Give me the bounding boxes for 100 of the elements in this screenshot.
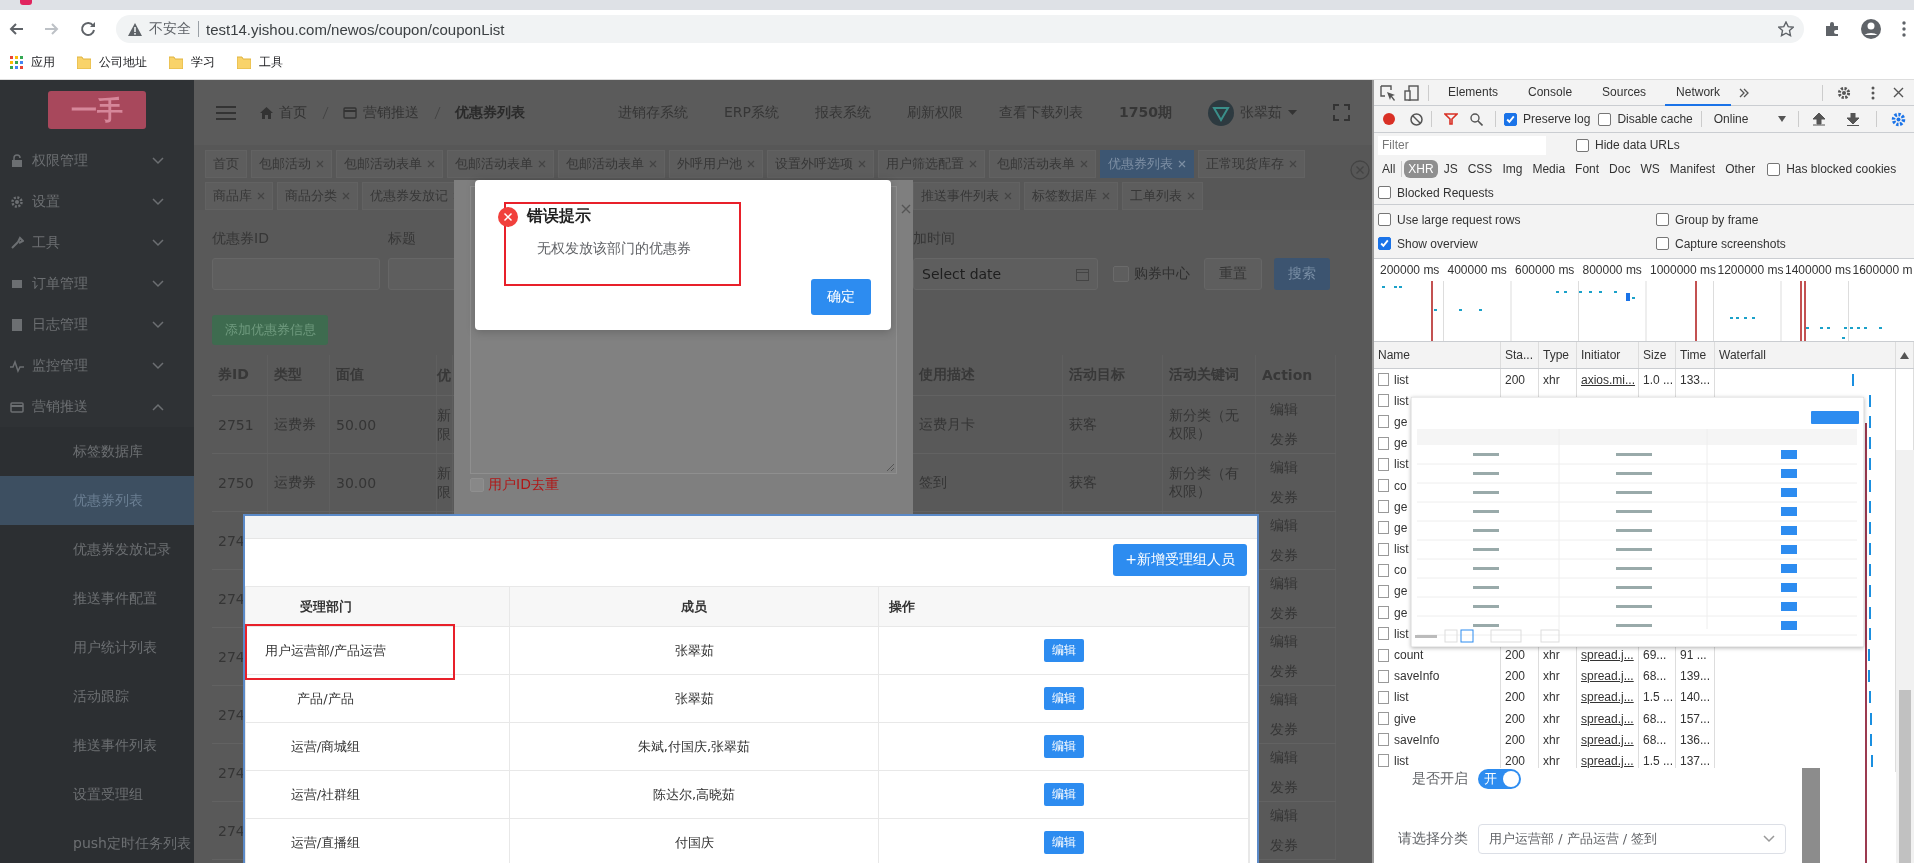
puzzle-icon[interactable] (1824, 21, 1840, 37)
bookmark-star-icon[interactable] (1778, 21, 1794, 37)
column-header[interactable]: Time (1676, 342, 1715, 368)
tab[interactable]: Elements (1437, 80, 1510, 106)
edit-button[interactable]: 编辑 (1043, 831, 1084, 854)
initiator-link[interactable]: spread.j... (1581, 648, 1634, 663)
more-tabs-icon[interactable] (1739, 87, 1750, 98)
request-name[interactable]: co (1394, 563, 1407, 578)
column-header[interactable]: Type (1539, 342, 1577, 368)
bookmark-item[interactable]: 应用 (10, 53, 55, 71)
request-name[interactable]: ge (1394, 584, 1408, 599)
throttling-select[interactable]: Online (1709, 112, 1791, 126)
filter-chip[interactable]: Other (1721, 160, 1760, 178)
settings-icon[interactable] (1837, 85, 1851, 100)
request-name[interactable]: list (1394, 372, 1409, 387)
date-field[interactable]: Select date (913, 258, 1098, 290)
request-name[interactable]: saveInfo (1394, 732, 1440, 747)
bookmark-item[interactable]: 工具 (237, 53, 283, 71)
column-header[interactable]: Waterfall (1715, 342, 1896, 368)
checkbox[interactable] (1598, 112, 1612, 126)
category-select[interactable]: 用户运营部 / 产品运营 / 签到 (1478, 824, 1786, 854)
bookmark-item[interactable]: 学习 (169, 53, 215, 71)
request-name[interactable]: ge (1394, 499, 1408, 514)
settings-icon[interactable] (1891, 111, 1906, 127)
request-name[interactable]: ge (1394, 436, 1408, 451)
initiator-link[interactable]: spread.j... (1581, 669, 1634, 684)
filter-icon[interactable] (1444, 113, 1458, 125)
tab[interactable]: Sources (1591, 80, 1658, 106)
checkbox[interactable] (1767, 162, 1781, 176)
checkbox[interactable] (1656, 213, 1669, 226)
request-name[interactable]: count (1394, 648, 1424, 663)
initiator-link[interactable]: spread.j... (1581, 732, 1634, 747)
filter-chip[interactable]: XHR (1404, 160, 1438, 178)
address-bar[interactable]: 不安全 test14.yishou.com/newos/coupon/couponList (116, 15, 1804, 43)
request-name[interactable]: list (1394, 393, 1409, 408)
close-icon[interactable] (1893, 87, 1904, 98)
more-icon[interactable] (1871, 85, 1875, 100)
checkbox[interactable] (1576, 138, 1589, 152)
request-name[interactable]: list (1394, 457, 1409, 472)
column-header[interactable]: Sta... (1501, 342, 1539, 368)
filter-chip[interactable]: Doc (1605, 160, 1635, 178)
checkbox[interactable] (1656, 237, 1669, 250)
request-name[interactable]: give (1394, 711, 1416, 726)
initiator-link[interactable]: spread.j... (1581, 753, 1634, 768)
request-name[interactable]: saveInfo (1394, 669, 1440, 684)
device-icon[interactable] (1404, 84, 1420, 101)
column-header[interactable]: Size (1639, 342, 1676, 368)
request-name[interactable]: ge (1394, 520, 1408, 535)
request-name[interactable]: list (1394, 690, 1409, 705)
initiator-link[interactable]: axios.mi... (1581, 372, 1635, 387)
initiator-link[interactable]: spread.j... (1581, 711, 1634, 726)
edit-button[interactable]: 编辑 (1043, 735, 1084, 758)
reload-icon[interactable] (80, 21, 96, 37)
profile-icon[interactable] (1860, 18, 1882, 40)
filter-chip[interactable]: WS (1636, 160, 1664, 178)
menu-item[interactable]: 工具 (0, 222, 194, 263)
request-name[interactable]: ge (1394, 414, 1408, 429)
download-icon[interactable] (1847, 112, 1860, 126)
scrollbar[interactable] (1896, 450, 1914, 863)
filter-chip[interactable]: Media (1528, 160, 1570, 178)
request-name[interactable]: ge (1394, 605, 1408, 620)
column-header[interactable]: Initiator (1577, 342, 1639, 368)
edit-button[interactable]: 编辑 (1043, 687, 1084, 710)
sort-icon[interactable] (1900, 351, 1909, 359)
checkbox[interactable] (1504, 112, 1517, 126)
filter-chip[interactable]: All (1378, 160, 1400, 178)
record-icon[interactable] (1382, 112, 1396, 126)
tab[interactable]: Console (1517, 80, 1584, 106)
menu-item[interactable]: 设置 (0, 181, 194, 222)
edit-button[interactable]: 编辑 (1043, 639, 1084, 662)
request-name[interactable]: list (1394, 753, 1409, 768)
add-member-button[interactable]: +新增受理组人员 (1113, 544, 1247, 576)
clear-icon[interactable] (1410, 112, 1423, 126)
search-button[interactable]: 搜索 (1274, 258, 1330, 290)
filter-chip[interactable]: JS (1439, 160, 1462, 178)
file-icon (1378, 436, 1389, 450)
upload-icon[interactable] (1813, 112, 1826, 126)
initiator-link[interactable]: spread.j... (1581, 690, 1634, 705)
search-icon[interactable] (1470, 112, 1483, 126)
filter-chip[interactable]: Img (1498, 160, 1527, 178)
checkbox[interactable] (1378, 186, 1391, 199)
tab[interactable]: 优惠券列表 (1100, 150, 1194, 178)
bookmark-item[interactable]: 公司地址 (77, 53, 147, 71)
checkbox[interactable] (1378, 237, 1391, 250)
menu-item[interactable]: 营销推送 (0, 386, 194, 427)
request-name[interactable]: co (1394, 478, 1407, 493)
confirm-button[interactable]: 确定 (811, 279, 871, 315)
edit-button[interactable]: 编辑 (1043, 783, 1084, 806)
checkbox[interactable] (1378, 213, 1391, 226)
toggle-switch[interactable]: 开 (1478, 769, 1521, 789)
filter-field[interactable]: Filter (1378, 135, 1546, 155)
back-arrow-icon[interactable] (8, 21, 24, 37)
filter-chip[interactable]: Font (1571, 160, 1604, 178)
inspect-icon[interactable] (1380, 84, 1396, 101)
request-name[interactable]: list (1394, 626, 1409, 641)
filter-chip[interactable]: Manifest (1665, 160, 1720, 178)
filter-chip[interactable]: CSS (1463, 160, 1497, 178)
column-header[interactable]: Name (1374, 342, 1501, 368)
request-name[interactable]: list (1394, 542, 1409, 557)
menu-dots-icon[interactable] (1902, 21, 1906, 37)
